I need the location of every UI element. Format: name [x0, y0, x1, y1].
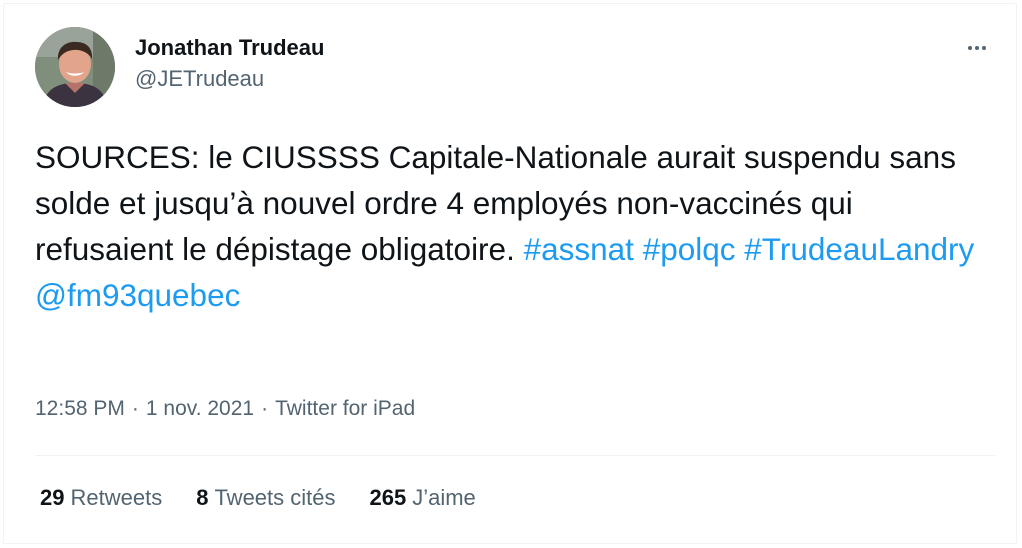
more-options-button[interactable] [962, 36, 992, 60]
hashtag-link[interactable]: #TrudeauLandry [744, 231, 974, 267]
user-avatar-photo [35, 27, 115, 107]
quote-tweets-count: 8 [196, 485, 209, 510]
author-avatar[interactable] [35, 27, 115, 107]
likes-label: J’aime [412, 485, 476, 510]
divider [35, 543, 995, 544]
tweet-date[interactable]: 1 nov. 2021 [146, 394, 254, 424]
retweets-label: Retweets [70, 485, 163, 510]
quote-tweets-stat[interactable]: 8 Tweets cités [196, 483, 335, 513]
meta-separator: · [131, 397, 139, 420]
ellipsis-icon [982, 46, 986, 50]
hashtag-link[interactable]: #assnat [524, 231, 634, 267]
tweet-time[interactable]: 12:58 PM [35, 394, 125, 424]
tweet-meta: 12:58 PM · 1 nov. 2021 · Twitter for iPa… [35, 394, 415, 424]
likes-count: 265 [369, 485, 407, 510]
ellipsis-icon [975, 46, 979, 50]
likes-stat[interactable]: 265 J’aime [370, 483, 476, 513]
divider [35, 455, 995, 456]
tweet-source[interactable]: Twitter for iPad [275, 394, 415, 424]
meta-separator: · [261, 397, 269, 420]
quote-tweets-label: Tweets cités [214, 485, 336, 510]
mention-link[interactable]: @fm93quebec [35, 277, 240, 313]
tweet-text: SOURCES: le CIUSSSS Capitale-Nationale a… [35, 134, 995, 318]
author-handle[interactable]: @JETrudeau [135, 64, 324, 94]
hashtag-link[interactable]: #polqc [643, 231, 736, 267]
retweets-count: 29 [40, 485, 65, 510]
tweet-author: Jonathan Trudeau @JETrudeau [135, 33, 324, 94]
retweets-stat[interactable]: 29 Retweets [40, 483, 162, 513]
ellipsis-icon [968, 46, 972, 50]
author-display-name[interactable]: Jonathan Trudeau [135, 33, 324, 63]
tweet-stats: 29 Retweets 8 Tweets cités 265 J’aime [40, 483, 510, 513]
